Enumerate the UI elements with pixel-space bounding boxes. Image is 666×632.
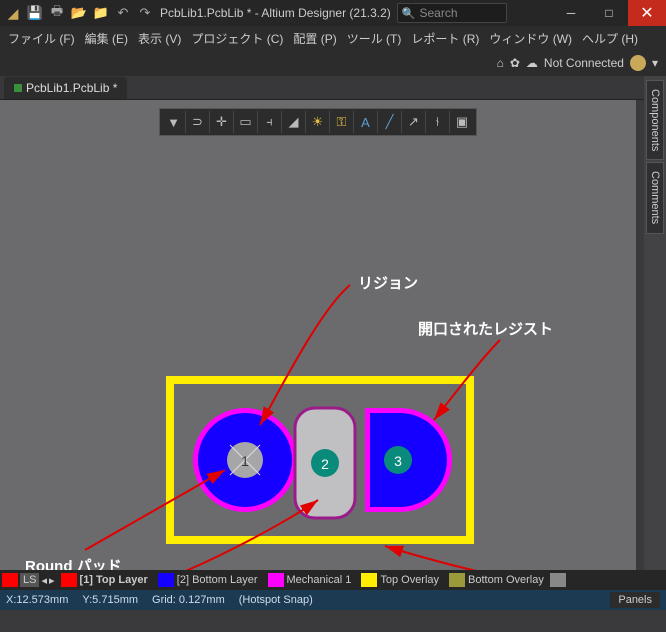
layer-sw-extra[interactable] [550, 573, 566, 587]
key-icon[interactable]: ⚿ [330, 111, 354, 133]
sun-icon[interactable]: ☀ [306, 111, 330, 133]
tab-label: PcbLib1.PcbLib * [26, 81, 117, 95]
document-tabbar: PcbLib1.PcbLib * [0, 76, 666, 100]
minimize-button[interactable]: ─ [552, 0, 590, 26]
menu-project[interactable]: プロジェクト (C) [191, 30, 283, 47]
window-title: PcbLib1.PcbLib * - Altium Designer (21.3… [160, 6, 391, 20]
menu-report[interactable]: レポート (R) [411, 30, 479, 47]
coord-y: Y:5.715mm [82, 594, 138, 606]
search-placeholder: Search [420, 6, 458, 20]
menu-edit[interactable]: 編集 (E) [85, 30, 128, 47]
quick-access-toolbar: 💾 🖶 📂 📁 ↶ ↷ [26, 4, 154, 22]
maximize-button[interactable]: □ [590, 0, 628, 26]
search-icon: 🔍 [402, 7, 416, 20]
view-toolbar: ▼ ⊃ ✛ ▭ ⫞ ◢ ☀ ⚿ A ╱ ↗ ⫮ ▣ [159, 108, 477, 136]
select-rect-icon[interactable]: ▭ [234, 111, 258, 133]
arrow-region [260, 285, 350, 425]
pad2-label: 2 [321, 456, 329, 472]
gear-icon[interactable]: ✿ [510, 56, 520, 70]
measure-icon[interactable]: ↗ [402, 111, 426, 133]
save-icon[interactable]: 💾 [26, 4, 44, 22]
search-input[interactable]: 🔍 Search [397, 3, 507, 23]
coord-x: X:12.573mm [6, 594, 68, 606]
menu-tool[interactable]: ツール (T) [347, 30, 402, 47]
pad1-label: 1 [241, 453, 249, 469]
coord-bar: X:12.573mm Y:5.715mm Grid: 0.127mm (Hots… [0, 590, 666, 610]
layer-prev[interactable]: ◂ [41, 574, 47, 587]
chevron-down-icon[interactable]: ▾ [652, 56, 658, 70]
close-button[interactable]: ✕ [628, 0, 666, 26]
layer-icon[interactable]: ◢ [282, 111, 306, 133]
open-icon[interactable]: 📂 [70, 4, 88, 22]
coord-grid: Grid: 0.127mm [152, 594, 225, 606]
side-panel: Components Comments [644, 76, 666, 570]
layer-sw-ls[interactable] [2, 573, 18, 587]
display-icon[interactable]: ▣ [450, 111, 474, 133]
label-round-pad: Round パッド [25, 555, 122, 570]
text-icon[interactable]: A [354, 111, 378, 133]
arrow-roundedrect [135, 500, 318, 570]
magnet-icon[interactable]: ⊃ [186, 111, 210, 133]
label-solder-open: 開口されたレジスト [418, 318, 553, 339]
home-icon[interactable]: ⌂ [497, 56, 504, 70]
arrow-silk [385, 546, 495, 570]
menu-place[interactable]: 配置 (P) [293, 30, 336, 47]
layer-top[interactable]: [1] Top Layer [57, 573, 152, 587]
undo-icon[interactable]: ↶ [114, 4, 132, 22]
panels-button[interactable]: Panels [610, 592, 660, 608]
label-region: リジョン [358, 272, 418, 293]
layer-ls[interactable]: LS [20, 573, 39, 587]
menu-file[interactable]: ファイル (F) [8, 30, 75, 47]
line-icon[interactable]: ╱ [378, 111, 402, 133]
tab-comments[interactable]: Comments [646, 162, 664, 233]
cloud-icon[interactable]: ☁ [526, 56, 538, 70]
layer-bar: LS ◂ ▸ [1] Top Layer [2] Bottom Layer Me… [0, 570, 666, 590]
window-controls: ─ □ ✕ [552, 0, 666, 26]
menu-window[interactable]: ウィンドウ (W) [489, 30, 572, 47]
tab-doc-icon [14, 84, 22, 92]
pcb-canvas[interactable]: 1 2 3 リジョン 開口されたレジスト Round パッド Rounded R… [0, 150, 636, 570]
layer-bottom[interactable]: [2] Bottom Layer [154, 573, 262, 587]
menubar: ファイル (F) 編集 (E) 表示 (V) プロジェクト (C) 配置 (P)… [0, 26, 666, 50]
menu-view[interactable]: 表示 (V) [138, 30, 181, 47]
tab-pcblib1[interactable]: PcbLib1.PcbLib * [4, 77, 127, 99]
crosshair-icon[interactable]: ✛ [210, 111, 234, 133]
action-bar: ⌂ ✿ ☁ Not Connected ▾ [0, 50, 666, 76]
canvas-svg: 1 2 3 [0, 150, 636, 570]
menu-help[interactable]: ヘルプ (H) [582, 30, 638, 47]
user-avatar[interactable] [630, 55, 646, 71]
tab-components[interactable]: Components [646, 80, 664, 160]
work-area: ▼ ⊃ ✛ ▭ ⫞ ◢ ☀ ⚿ A ╱ ↗ ⫮ ▣ 1 [0, 100, 636, 570]
app-logo: ◢ [4, 4, 22, 22]
connection-status: Not Connected [544, 56, 624, 70]
layer-top-overlay[interactable]: Top Overlay [357, 573, 443, 587]
filter-icon[interactable]: ▼ [162, 111, 186, 133]
layer-next[interactable]: ▸ [49, 574, 55, 587]
chart-icon[interactable]: ⫮ [426, 111, 450, 133]
coord-snap: (Hotspot Snap) [239, 594, 313, 606]
layer-bottom-overlay[interactable]: Bottom Overlay [445, 573, 548, 587]
pad3-label: 3 [394, 453, 402, 469]
redo-icon[interactable]: ↷ [136, 4, 154, 22]
titlebar: ◢ 💾 🖶 📂 📁 ↶ ↷ PcbLib1.PcbLib * - Altium … [0, 0, 666, 26]
layer-mech[interactable]: Mechanical 1 [264, 573, 356, 587]
folder-icon[interactable]: 📁 [92, 4, 110, 22]
print-icon[interactable]: 🖶 [48, 4, 66, 22]
align-icon[interactable]: ⫞ [258, 111, 282, 133]
